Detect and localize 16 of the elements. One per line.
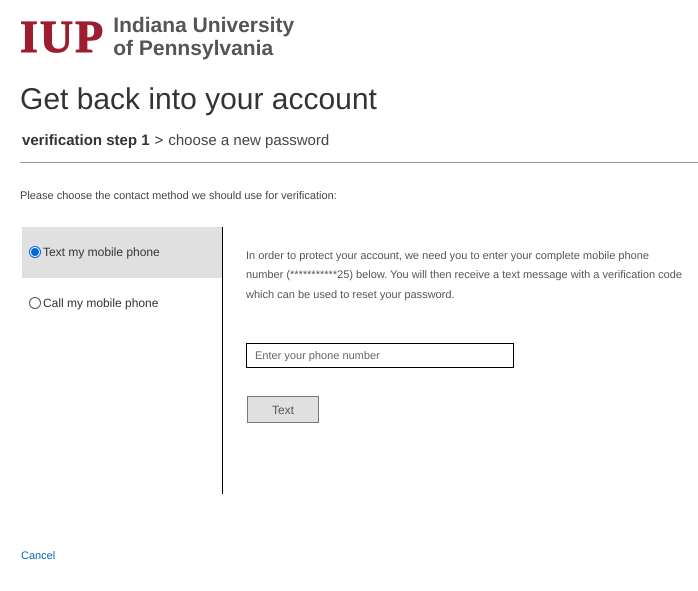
radio-button[interactable] — [29, 297, 41, 309]
instruction-text: Please choose the contact method we should use for verification: — [20, 188, 337, 204]
page-title: Get back into your account — [20, 82, 377, 118]
step-separator: > — [154, 131, 164, 151]
radio-button[interactable] — [29, 246, 41, 258]
text-button[interactable]: Text — [247, 396, 319, 423]
university-name: of Pennsylvania — [113, 37, 274, 60]
current-step: verification step 1 — [22, 130, 150, 152]
cancel-link[interactable]: Cancel — [21, 548, 56, 564]
next-step: choose a new password — [168, 130, 330, 152]
contact-option[interactable]: Call my mobile phone — [22, 278, 222, 328]
detail-text: In order to protect your account, we need you to enter your complete mobile phone number (***********25) below. You will then receive a text message with a verification code which can be used to reset your password. — [246, 248, 683, 302]
logo-mark: IUP — [20, 14, 106, 60]
university-name: Indiana University — [113, 14, 294, 37]
contact-option[interactable]: Text my mobile phone — [22, 226, 222, 278]
phone-number-field[interactable]: Enter your phone number — [246, 343, 514, 368]
